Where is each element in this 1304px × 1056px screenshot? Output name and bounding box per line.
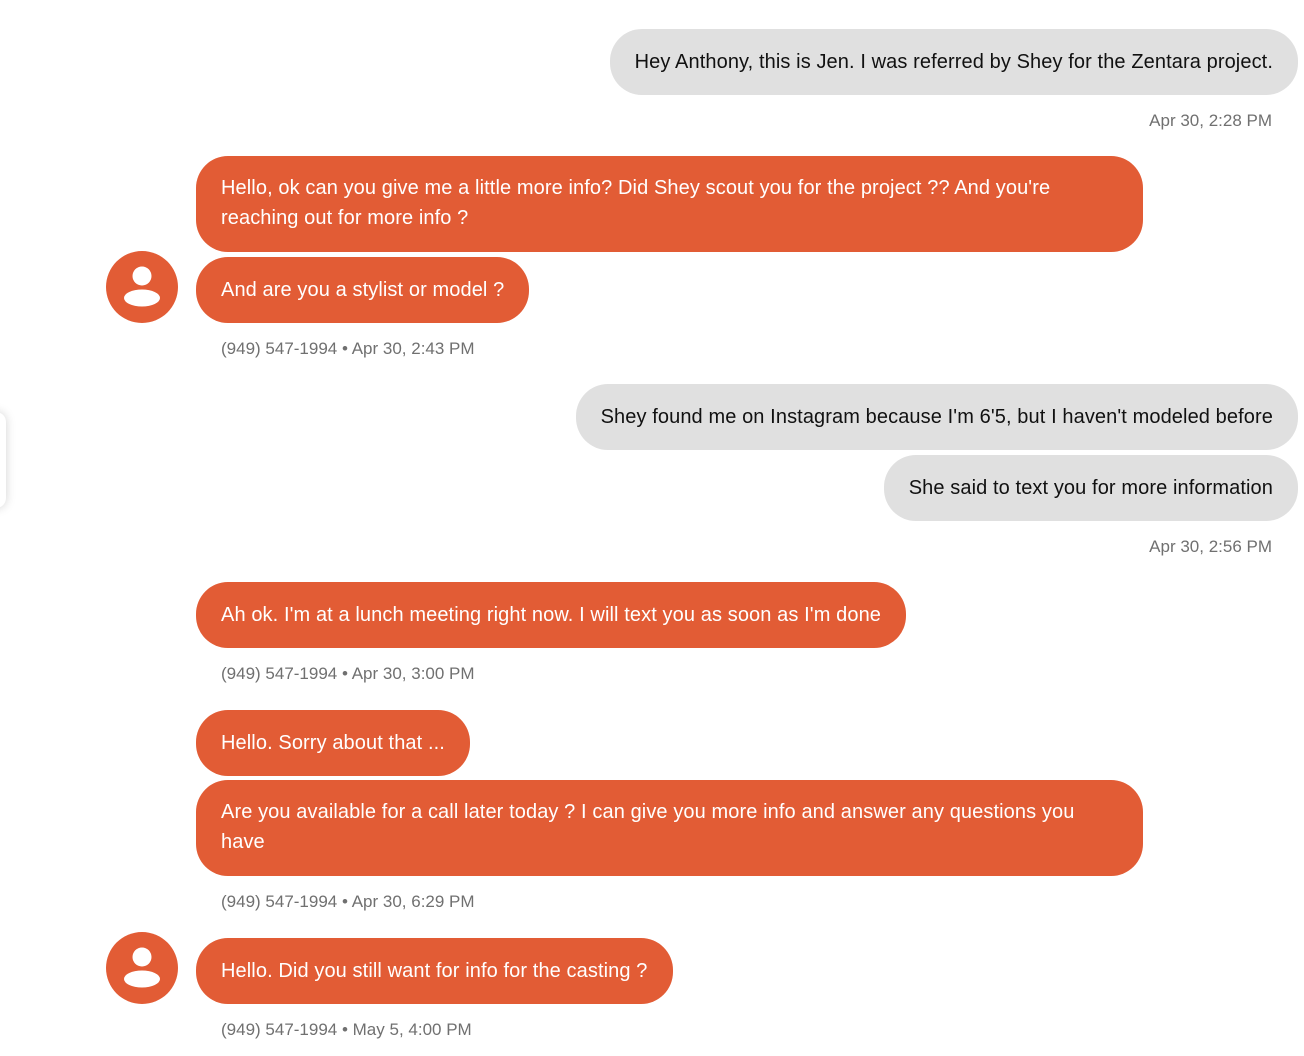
message-sender-timestamp: (949) 547-1994 • Apr 30, 6:29 PM [221, 892, 475, 911]
message-bubble-incoming[interactable]: Ah ok. I'm at a lunch meeting right now.… [196, 582, 907, 648]
message-sender-timestamp: (949) 547-1994 • May 5, 4:00 PM [221, 1020, 472, 1039]
message-bubble-incoming[interactable]: And are you a stylist or model ? [196, 257, 530, 323]
message-bubble-outgoing[interactable]: Shey found me on Instagram because I'm 6… [575, 384, 1298, 450]
message-bubble-incoming[interactable]: Are you available for a call later today… [196, 780, 1143, 876]
message-timestamp: Apr 30, 2:28 PM [1149, 111, 1272, 130]
person-icon [124, 266, 160, 307]
message-bubble-outgoing[interactable]: She said to text you for more informatio… [883, 455, 1298, 521]
message-sender-timestamp: (949) 547-1994 • Apr 30, 3:00 PM [221, 664, 475, 683]
message-bubble-incoming[interactable]: Hello, ok can you give me a little more … [196, 156, 1143, 252]
sender-avatar[interactable] [106, 251, 178, 323]
message-bubble-incoming[interactable]: Hello. Sorry about that ... [196, 710, 470, 776]
side-panel-edge [0, 412, 6, 508]
message-sender-timestamp: (949) 547-1994 • Apr 30, 2:43 PM [221, 339, 475, 358]
message-bubble-incoming[interactable]: Hello. Did you still want for info for t… [196, 938, 673, 1004]
person-icon [124, 947, 160, 988]
message-bubble-outgoing[interactable]: Hey Anthony, this is Jen. I was referred… [609, 29, 1298, 95]
sender-avatar[interactable] [106, 932, 178, 1004]
message-timestamp: Apr 30, 2:56 PM [1149, 537, 1272, 556]
